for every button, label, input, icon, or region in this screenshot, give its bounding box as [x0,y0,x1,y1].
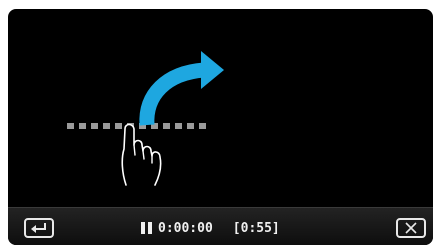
close-button[interactable] [396,218,426,238]
video-screen: 0:00:00 [0:55] [8,9,433,245]
pause-icon[interactable] [141,222,152,234]
return-arrow-icon [31,223,46,233]
elapsed-time: 0:00:00 [158,220,213,236]
remaining-time: [0:55] [232,220,280,236]
back-button[interactable] [24,218,54,238]
video-area[interactable] [8,9,433,207]
control-bar: 0:00:00 [0:55] [8,207,433,245]
close-icon [405,222,417,234]
playback-status: 0:00:00 [0:55] [141,217,280,239]
hand-pointer-icon [121,123,162,186]
